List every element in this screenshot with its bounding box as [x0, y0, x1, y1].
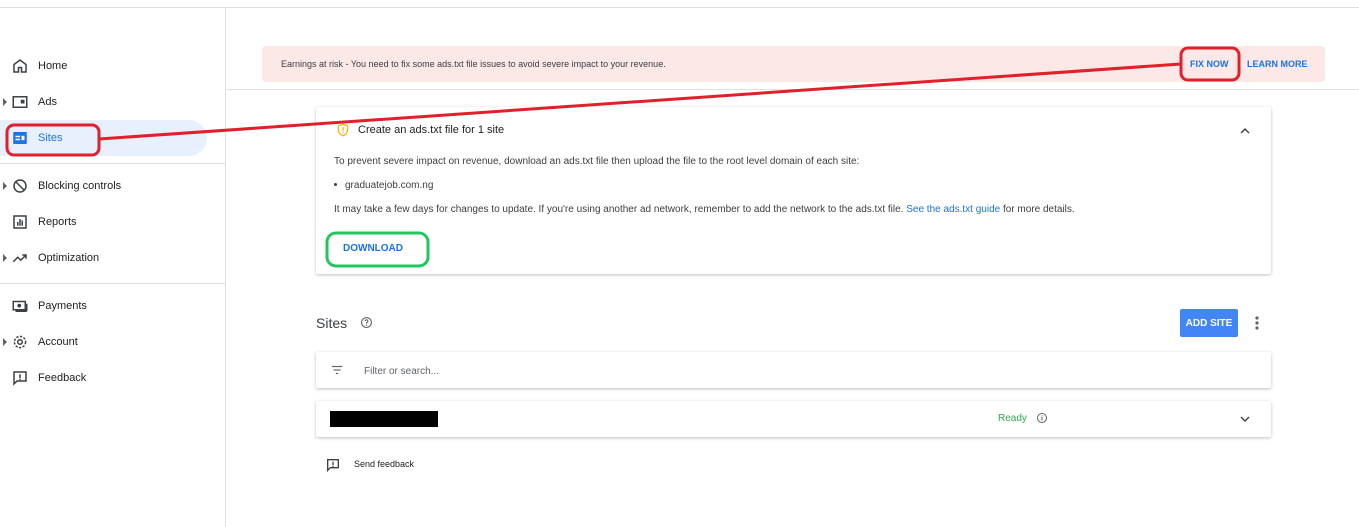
sidebar-item-home[interactable]: Home [0, 48, 207, 84]
sidebar-item-reports[interactable]: Reports [0, 204, 207, 240]
add-site-button[interactable]: ADD SITE [1180, 309, 1238, 337]
sidebar-item-label: Sites [38, 132, 63, 144]
learn-more-button[interactable]: LEARN MORE [1247, 59, 1308, 69]
warning-shield-icon [337, 123, 349, 137]
adstxt-description: To prevent severe impact on revenue, dow… [334, 156, 860, 167]
sites-icon [13, 132, 27, 144]
home-icon [13, 59, 27, 73]
banner-message: Earnings at risk - You need to fix some … [281, 59, 666, 69]
sidebar-item-label: Optimization [38, 252, 100, 264]
site-row[interactable]: Ready [316, 401, 1271, 437]
ads-icon [12, 96, 28, 108]
bullet-icon [334, 183, 337, 186]
sidebar-item-payments[interactable]: Payments [0, 288, 207, 324]
trending-up-icon [12, 254, 27, 263]
sidebar-item-label: Reports [38, 216, 77, 228]
sidebar-divider [0, 283, 225, 284]
adstxt-card: Create an ads.txt file for 1 site To pre… [316, 107, 1271, 274]
sidebar-item-blocking-controls[interactable]: Blocking controls [0, 168, 207, 204]
payments-icon [12, 300, 28, 312]
sites-heading: Sites [316, 315, 348, 331]
more-vert-icon[interactable] [1250, 314, 1264, 332]
adstxt-card-title: Create an ads.txt file for 1 site [358, 124, 505, 136]
status-text: Ready [998, 413, 1027, 424]
sidebar-item-feedback[interactable]: Feedback [0, 360, 207, 396]
site-list-item: graduatejob.com.ng [334, 180, 433, 191]
sidebar-item-label: Home [38, 60, 68, 72]
sidebar-item-label: Ads [38, 96, 57, 108]
sidebar-divider [0, 163, 225, 164]
chevron-down-icon[interactable] [1237, 411, 1253, 427]
reports-icon [13, 215, 27, 229]
note-text-end: for more details. [1002, 204, 1075, 215]
adstxt-guide-link[interactable]: See the ads.txt guide [906, 204, 1000, 215]
feedback-icon[interactable] [325, 457, 341, 473]
adstxt-note: It may take a few days for changes to up… [334, 204, 1075, 215]
sidebar-item-label: Payments [38, 300, 87, 312]
fix-now-button[interactable]: FIX NOW [1190, 59, 1229, 69]
filter-icon[interactable] [330, 363, 344, 377]
feedback-icon [13, 371, 27, 386]
expand-caret-icon[interactable] [3, 98, 7, 106]
send-feedback-link[interactable]: Send feedback [354, 459, 414, 469]
site-domain: graduatejob.com.ng [345, 180, 434, 191]
sidebar-item-label: Blocking controls [38, 180, 122, 192]
sidebar-item-ads[interactable]: Ads [0, 84, 207, 120]
sidebar-item-label: Feedback [38, 372, 87, 384]
expand-caret-icon[interactable] [3, 254, 7, 262]
help-icon[interactable] [360, 316, 373, 329]
content-divider [226, 89, 1359, 90]
sidebar: Home Ads Sites Blocking controls Reports… [0, 8, 226, 527]
block-icon [13, 179, 27, 193]
note-text: It may take a few days for changes to up… [334, 204, 904, 215]
info-icon[interactable] [1036, 412, 1048, 424]
sidebar-item-account[interactable]: Account [0, 324, 207, 360]
chevron-up-icon[interactable] [1237, 123, 1253, 139]
sidebar-item-label: Account [38, 336, 78, 348]
expand-caret-icon[interactable] [3, 182, 7, 190]
sites-filter-bar [316, 352, 1271, 388]
expand-caret-icon[interactable] [3, 338, 7, 346]
sidebar-item-sites[interactable]: Sites [0, 120, 207, 156]
redacted-site-name [330, 411, 438, 427]
gear-icon [13, 335, 27, 349]
sidebar-item-optimization[interactable]: Optimization [0, 240, 207, 276]
earnings-at-risk-banner: Earnings at risk - You need to fix some … [262, 46, 1325, 82]
download-button[interactable]: DOWNLOAD [343, 243, 403, 254]
search-input[interactable] [362, 361, 966, 381]
